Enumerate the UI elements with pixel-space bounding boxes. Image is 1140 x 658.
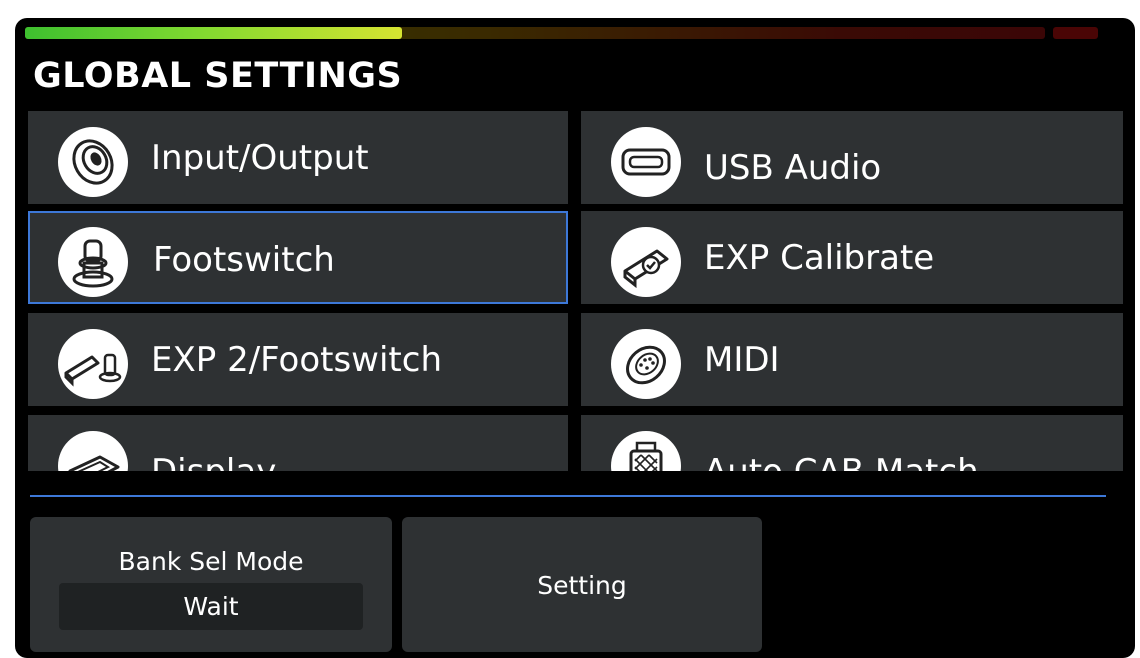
display-icon — [58, 431, 128, 471]
menu-item-label: USB Audio — [704, 147, 882, 188]
bank-sel-mode-knob[interactable]: Bank Sel Mode Wait — [30, 517, 392, 652]
menu-item-display[interactable]: Display — [28, 415, 568, 471]
menu-item-auto-cab-match[interactable]: Auto CAB Match — [581, 415, 1123, 471]
menu-item-label: MIDI — [704, 339, 780, 380]
menu-item-usb-audio[interactable]: USB Audio — [581, 111, 1123, 204]
cab-icon — [611, 431, 681, 471]
menu-item-label: EXP Calibrate — [704, 237, 935, 278]
menu-item-input-output[interactable]: Input/Output — [28, 111, 568, 204]
bank-sel-mode-label: Bank Sel Mode — [118, 547, 304, 576]
menu-item-label: Input/Output — [151, 137, 369, 178]
input-level-meter — [25, 27, 1110, 39]
menu-item-label: Auto CAB Match — [704, 425, 979, 472]
expression-pedal-check-icon — [611, 227, 681, 297]
usb-port-icon — [611, 127, 681, 197]
menu-item-label: EXP 2/Footswitch — [151, 339, 442, 380]
page-title: GLOBAL SETTINGS — [33, 56, 403, 96]
menu-item-footswitch[interactable]: Footswitch — [28, 211, 568, 304]
meter-fill — [25, 27, 402, 39]
jack-icon — [58, 127, 128, 197]
setting-knob[interactable]: Setting — [402, 517, 762, 652]
device-screen: GLOBAL SETTINGS Input/Output USB Audio F… — [15, 18, 1135, 658]
pedal-footswitch-icon — [58, 329, 128, 399]
menu-item-label: Display — [151, 425, 276, 472]
setting-label: Setting — [537, 571, 627, 600]
menu-item-exp2-footswitch[interactable]: EXP 2/Footswitch — [28, 313, 568, 406]
meter-peak-indicator — [1053, 27, 1098, 39]
footswitch-icon — [58, 227, 128, 297]
menu-item-label: Footswitch — [153, 239, 335, 280]
menu-item-exp-calibrate[interactable]: EXP Calibrate — [581, 211, 1123, 304]
accent-divider — [30, 495, 1106, 497]
menu-item-midi[interactable]: MIDI — [581, 313, 1123, 406]
settings-menu: Input/Output USB Audio Footswitch EXP Ca… — [28, 111, 1123, 471]
bank-sel-mode-value: Wait — [59, 583, 363, 630]
midi-port-icon — [611, 329, 681, 399]
